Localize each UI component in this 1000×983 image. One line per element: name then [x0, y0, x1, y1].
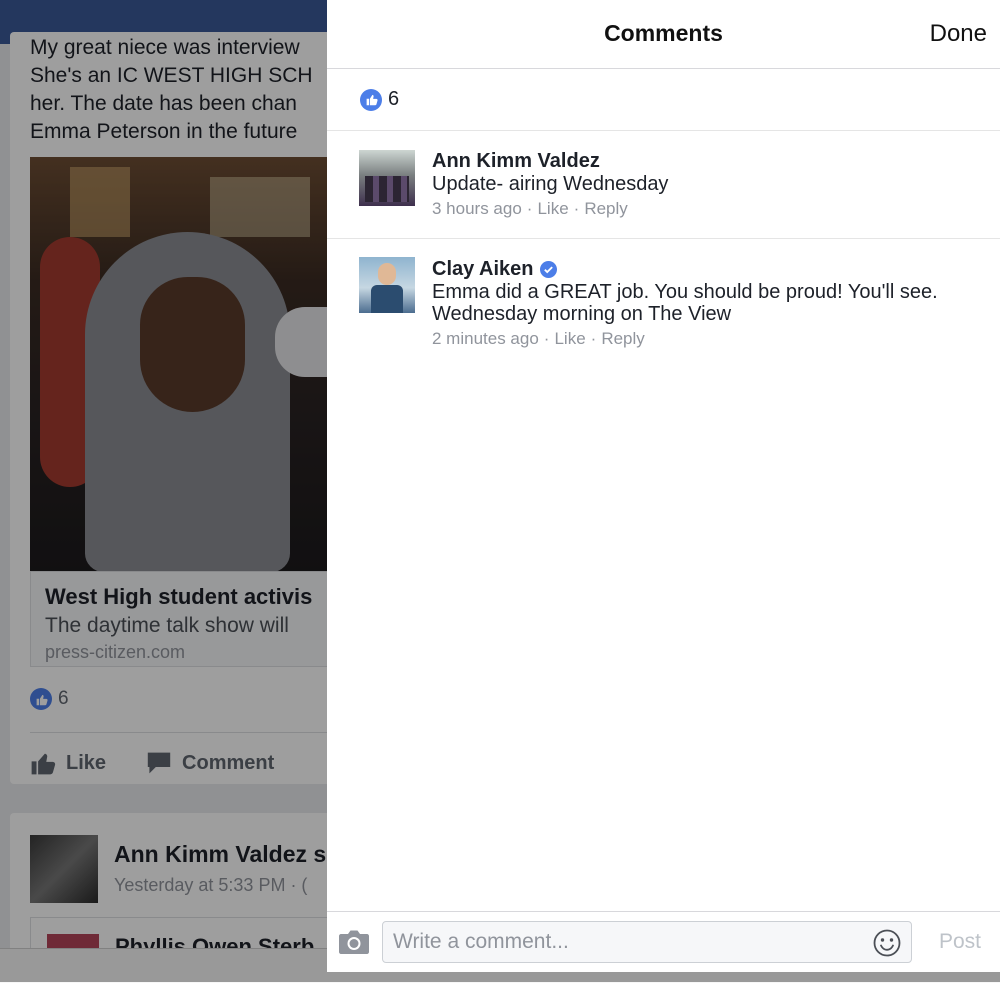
comment-author[interactable]: Clay Aiken [432, 258, 534, 281]
comment-text: Update- airing Wednesday [432, 173, 669, 195]
smiley-icon[interactable] [873, 929, 901, 957]
comment-author[interactable]: Ann Kimm Valdez [432, 150, 600, 173]
comments-sheet: Comments Done 6 Ann Kimm Valdez Update- … [327, 0, 1000, 972]
post-button[interactable]: Post [939, 930, 981, 954]
like-count: 6 [388, 88, 400, 110]
comment-item: Clay Aiken Emma did a GREAT job. You sho… [327, 239, 1000, 369]
sheet-header: Comments Done [327, 0, 1000, 69]
comment-item: Ann Kimm Valdez Update- airing Wednesday… [327, 131, 1000, 239]
avatar[interactable] [359, 257, 415, 313]
comment-like-link[interactable]: Like [554, 329, 585, 349]
camera-icon[interactable] [338, 928, 370, 956]
sheet-title: Comments [604, 20, 723, 46]
verified-badge-icon [539, 260, 557, 278]
comment-reply-link[interactable]: Reply [601, 329, 644, 349]
comment-reply-link[interactable]: Reply [584, 199, 627, 219]
done-button[interactable]: Done [930, 20, 987, 48]
comment-like-link[interactable]: Like [537, 199, 568, 219]
avatar[interactable] [359, 150, 415, 206]
comment-timestamp[interactable]: 3 hours ago [432, 199, 522, 219]
comment-input[interactable] [382, 921, 912, 963]
reactions-summary[interactable]: 6 [327, 69, 1000, 131]
comment-text: Emma did a GREAT job. You should be prou… [432, 281, 938, 325]
like-reaction-icon [360, 88, 382, 111]
comment-composer: Post [327, 911, 1000, 972]
comment-timestamp[interactable]: 2 minutes ago [432, 329, 539, 349]
